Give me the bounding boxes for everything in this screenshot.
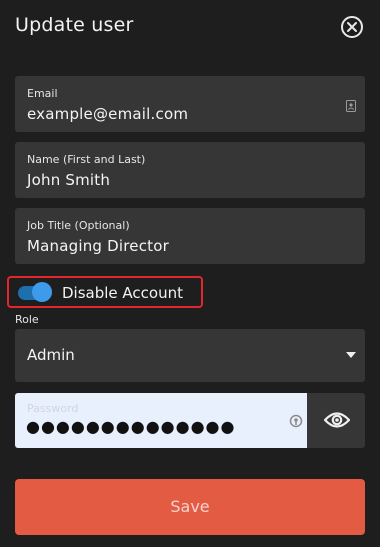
name-label: Name (First and Last) (27, 153, 146, 166)
password-field[interactable]: Password ●●●●●●●●●●●●●● (15, 393, 307, 448)
show-password-button[interactable] (307, 393, 365, 448)
save-button[interactable]: Save (15, 479, 365, 535)
disable-account-toggle[interactable]: Disable Account (7, 276, 203, 308)
close-icon (347, 22, 357, 32)
role-label: Role (15, 313, 39, 326)
name-value[interactable]: John Smith (27, 171, 110, 189)
key-icon[interactable] (289, 414, 303, 428)
job-title-field[interactable]: Job Title (Optional) Managing Director (15, 208, 365, 264)
update-user-dialog: Update user Email example@email.com Name… (0, 0, 380, 547)
dialog-title: Update user (15, 14, 134, 36)
email-field[interactable]: Email example@email.com (15, 76, 365, 132)
email-label: Email (27, 87, 58, 100)
password-placeholder: Password (27, 402, 79, 415)
close-button[interactable] (341, 16, 363, 38)
eye-icon (324, 412, 350, 428)
email-value[interactable]: example@email.com (27, 105, 188, 123)
job-title-label: Job Title (Optional) (27, 219, 130, 232)
role-selected-value: Admin (27, 346, 75, 364)
job-title-value[interactable]: Managing Director (27, 237, 169, 255)
save-button-label: Save (170, 497, 210, 516)
name-field[interactable]: Name (First and Last) John Smith (15, 142, 365, 198)
chevron-down-icon (346, 352, 356, 358)
contact-card-icon (346, 100, 356, 112)
disable-account-label: Disable Account (62, 284, 183, 302)
role-select[interactable]: Admin (15, 329, 365, 382)
toggle-thumb[interactable] (32, 282, 52, 302)
password-value[interactable]: ●●●●●●●●●●●●●● (26, 417, 235, 436)
